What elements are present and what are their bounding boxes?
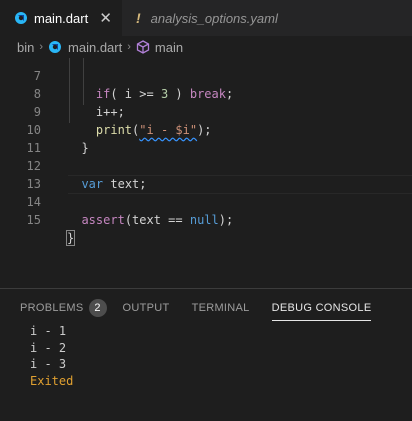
- tab-debug-console-label: DEBUG CONSOLE: [271, 302, 372, 314]
- tab-main-dart[interactable]: main.dart ✕: [0, 0, 122, 36]
- tab-label: main.dart: [34, 10, 89, 26]
- breadcrumb-item-file[interactable]: main.dart: [68, 40, 122, 55]
- code-line: 13: [0, 157, 412, 191]
- tab-analysis-options[interactable]: ! analysis_options.yaml: [122, 0, 286, 36]
- breadcrumb-item-symbol[interactable]: main: [155, 40, 183, 55]
- code-line: 11: [0, 121, 412, 155]
- tab-terminal-label: TERMINAL: [191, 302, 250, 314]
- debug-console-output[interactable]: i - 1 i - 2 i - 3 Exited: [30, 323, 73, 389]
- chevron-right-icon: ›: [39, 41, 44, 53]
- tab-problems-label: PROBLEMS: [20, 302, 84, 314]
- code-line: 8 i++;: [0, 67, 412, 119]
- breadcrumb-item-bin[interactable]: bin: [17, 40, 34, 55]
- code-line: 10 }: [0, 103, 412, 155]
- tab-problems[interactable]: PROBLEMS 2: [20, 289, 107, 327]
- tab-output[interactable]: OUTPUT: [123, 289, 170, 327]
- bottom-panel: PROBLEMS 2 OUTPUT TERMINAL DEBUG CONSOLE…: [0, 288, 412, 421]
- line-number: 15: [26, 213, 41, 227]
- code-line: 7 if( i >= 3 ) break;: [0, 58, 412, 101]
- method-cube-icon: [136, 40, 150, 54]
- code-line: 9 print("i - $i");: [0, 85, 412, 137]
- code-text: assert(text == null);: [81, 213, 234, 227]
- tab-debug-console[interactable]: DEBUG CONSOLE: [271, 289, 372, 327]
- warning-icon: !: [136, 10, 141, 26]
- code-editor[interactable]: 7 if( i >= 3 ) break; 8 i++; 9 print("i …: [0, 58, 412, 288]
- chevron-right-icon: ›: [127, 41, 131, 53]
- exit-message: Exited: [30, 373, 74, 388]
- breadcrumb: bin › main.dart › main: [0, 36, 412, 58]
- problems-count-badge: 2: [88, 299, 107, 317]
- code-line: 12 var text;: [0, 139, 412, 191]
- code-text: }: [65, 230, 76, 246]
- code-line: 15 }: [0, 193, 412, 246]
- dart-icon: [15, 12, 27, 24]
- code-line: 14 assert(text == null);: [0, 175, 412, 227]
- dart-icon: [49, 41, 62, 53]
- editor-tab-bar: main.dart ✕ ! analysis_options.yaml: [0, 0, 412, 36]
- panel-tab-bar: PROBLEMS 2 OUTPUT TERMINAL DEBUG CONSOLE: [0, 289, 412, 327]
- tab-terminal[interactable]: TERMINAL: [192, 289, 250, 327]
- console-line: i - 3: [30, 357, 67, 371]
- tab-label: analysis_options.yaml: [150, 10, 278, 26]
- console-line: i - 1: [30, 324, 67, 338]
- tab-output-label: OUTPUT: [122, 302, 170, 314]
- console-line: i - 2: [30, 340, 67, 355]
- close-icon[interactable]: ✕: [99, 9, 114, 27]
